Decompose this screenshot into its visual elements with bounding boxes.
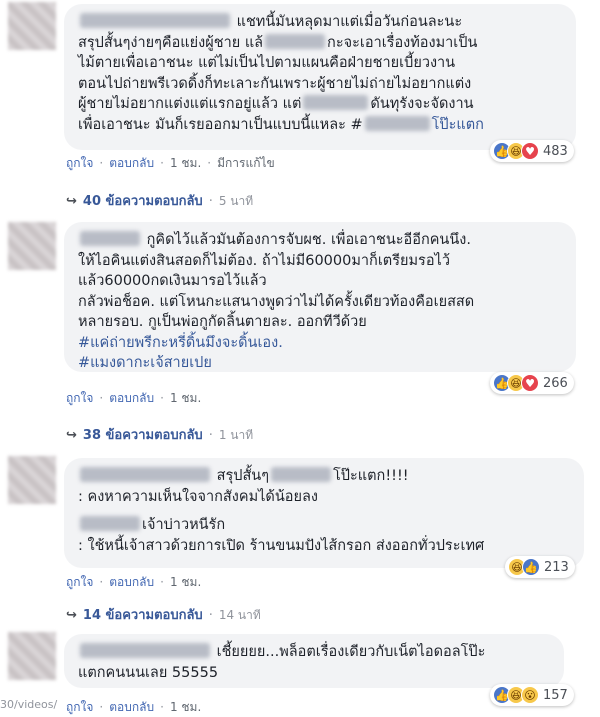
comment-text-line: แชทนี้มันหลุดมาแต่เมื่อวันก่อนละนะ — [78, 12, 562, 33]
avatar[interactable] — [8, 632, 56, 680]
comment-bubble: สรุปสั้นๆ โป๊ะแตก!!!! : คงหาความเห็นใจจาก… — [64, 458, 584, 568]
love-icon: ♥ — [521, 374, 539, 392]
comment-meta: ถูกใจ · ตอบกลับ · 1 ชม. — [66, 700, 202, 714]
like-link[interactable]: ถูกใจ — [66, 156, 93, 170]
comment-meta: ถูกใจ · ตอบกลับ · 1 ชม. — [66, 575, 202, 589]
reaction-count: 157 — [543, 687, 568, 703]
comment-text-line: ไม้ตายเพื่อเอาชนะ แต่ไม่เป็นไปตามแผนคือฝ… — [78, 55, 456, 71]
comment-text-line: แล้ว60000กดเงินมารอไว้แล้ว — [78, 273, 267, 289]
like-link[interactable]: ถูกใจ — [66, 700, 93, 714]
redacted-text — [271, 467, 332, 482]
comment-text-line: เชี้ยยยย...พล็อตเรื่องเดียวกับเน็ตไอดอลโ… — [78, 642, 550, 663]
redacted-text — [265, 33, 326, 49]
comment-bubble: แชทนี้มันหลุดมาแต่เมื่อวันก่อนละนะ สรุปส… — [64, 4, 576, 150]
redacted-name[interactable] — [80, 643, 210, 658]
comment-text-line: กูคิดไว้แล้วมันต้องการจับผช. เพื่อเอาชนะ… — [78, 230, 562, 251]
comment-text-line: สรุปสั้นๆง่ายๆคือแย่งผู้ชาย แล้ กะจะเอาเร… — [78, 33, 478, 51]
reply-time: 1 นาที — [218, 428, 254, 442]
reaction-summary[interactable]: 👍 😆 😮 157 — [490, 684, 574, 706]
comment-text-line: : คงหาความเห็นใจจากสังคมได้น้อยลง — [78, 488, 318, 505]
reply-link[interactable]: ตอบกลับ — [109, 575, 154, 589]
like-link[interactable]: ถูกใจ — [66, 391, 93, 405]
timestamp[interactable]: 1 ชม. — [170, 156, 201, 170]
comment-text-line: หลายรอบ. กูเป็นพ่อกูกัดลิ้นตายละ. ออกทีว… — [78, 314, 367, 330]
reply-link[interactable]: ตอบกลับ — [109, 156, 154, 170]
comment-meta: ถูกใจ · ตอบกลับ · 1 ชม. · มีการแก้ไข — [66, 156, 275, 170]
comment-meta: ถูกใจ · ตอบกลับ · 1 ชม. — [66, 391, 202, 405]
reaction-summary[interactable]: 👍 😆 ♥ 483 — [490, 140, 574, 162]
timestamp[interactable]: 1 ชม. — [170, 391, 201, 405]
timestamp[interactable]: 1 ชม. — [170, 575, 201, 589]
view-replies-link[interactable]: ↪ 38 ข้อความตอบกลับ · 1 นาที — [66, 424, 253, 445]
avatar[interactable] — [8, 456, 56, 504]
comment-text-line: สรุปสั้นๆ โป๊ะแตก!!!! — [78, 466, 570, 487]
reply-link[interactable]: ตอบกลับ — [109, 700, 154, 714]
comment-text-line — [78, 507, 570, 515]
like-icon: 👍 — [522, 558, 540, 576]
status-bar-url: 30/videos/ — [0, 698, 58, 711]
reaction-summary[interactable]: 👍 😆 ♥ 266 — [490, 372, 574, 394]
reply-time: 5 นาที — [218, 194, 254, 208]
hashtag-link[interactable]: #แมงดากะเจ้สายเปย — [78, 353, 562, 374]
wow-icon: 😮 — [521, 686, 539, 704]
hashtag-link[interactable]: #แค่ถ่ายพรีกะหรี่ดิ้นมึงจะดิ้นเอง. — [78, 333, 562, 354]
reply-arrow-icon: ↪ — [66, 428, 77, 443]
comment-bubble: เชี้ยยยย...พล็อตเรื่องเดียวกับเน็ตไอดอลโ… — [64, 634, 564, 688]
avatar[interactable] — [8, 222, 56, 270]
reaction-count: 483 — [543, 143, 568, 159]
reply-time: 14 นาที — [218, 608, 261, 622]
comment-text-line: กลัวพ่อช็อค. แต่โหนกะแสนางพูดว่าไม่ได้คร… — [78, 293, 475, 310]
redacted-name[interactable] — [80, 231, 140, 246]
edited-label[interactable]: มีการแก้ไข — [217, 156, 275, 170]
redacted-name[interactable] — [80, 467, 210, 482]
reply-link[interactable]: ตอบกลับ — [109, 391, 154, 405]
comment-text-line: ให้ไอคินแต่งสินสอดก็ไม่ต้อง. ถ้าไม่มี600… — [78, 252, 450, 269]
comment-text-line: ผู้ชายไม่อยากแต่งแต่แรกอยู่แล้ว แต่ ดันทุ… — [78, 95, 474, 112]
comment-text-line: เจ้าบ่าวหนีรัก — [78, 515, 570, 536]
comment-text-line: ตอนไปถ่ายพรีเวดดิ้งก็ทะเลาะกันเพราะผู้ชา… — [78, 75, 472, 92]
reply-arrow-icon: ↪ — [66, 194, 77, 209]
comment-bubble: กูคิดไว้แล้วมันต้องการจับผช. เพื่อเอาชนะ… — [64, 222, 576, 372]
redacted-text — [364, 115, 430, 131]
redacted-name[interactable] — [80, 13, 230, 28]
view-replies-link[interactable]: ↪ 14 ข้อความตอบกลับ · 14 นาที — [66, 604, 261, 625]
comment-text-line: แตกคนนนเลย 55555 — [78, 664, 219, 681]
comment-text-line: เพื่อเอาชนะ มันก็เรยออกมาเป็นแบบนี้แหละ … — [78, 115, 484, 133]
reaction-summary[interactable]: 😆 👍 213 — [505, 556, 575, 578]
reply-count[interactable]: 38 ข้อความตอบกลับ — [83, 428, 203, 443]
reply-count[interactable]: 40 ข้อความตอบกลับ — [83, 194, 203, 209]
like-link[interactable]: ถูกใจ — [66, 575, 93, 589]
reply-arrow-icon: ↪ — [66, 608, 77, 623]
reply-count[interactable]: 14 ข้อความตอบกลับ — [83, 608, 203, 623]
comment-text-line: : ใช้หนี้เจ้าสาวด้วยการเปิด ร้านขนมปังไส… — [78, 537, 485, 554]
timestamp[interactable]: 1 ชม. — [170, 700, 201, 714]
view-replies-link[interactable]: ↪ 40 ข้อความตอบกลับ · 5 นาที — [66, 190, 253, 211]
redacted-text — [80, 516, 140, 531]
redacted-text — [303, 95, 369, 110]
avatar[interactable] — [8, 2, 56, 50]
love-icon: ♥ — [521, 142, 539, 160]
reaction-count: 213 — [544, 559, 569, 575]
reaction-count: 266 — [543, 375, 568, 391]
